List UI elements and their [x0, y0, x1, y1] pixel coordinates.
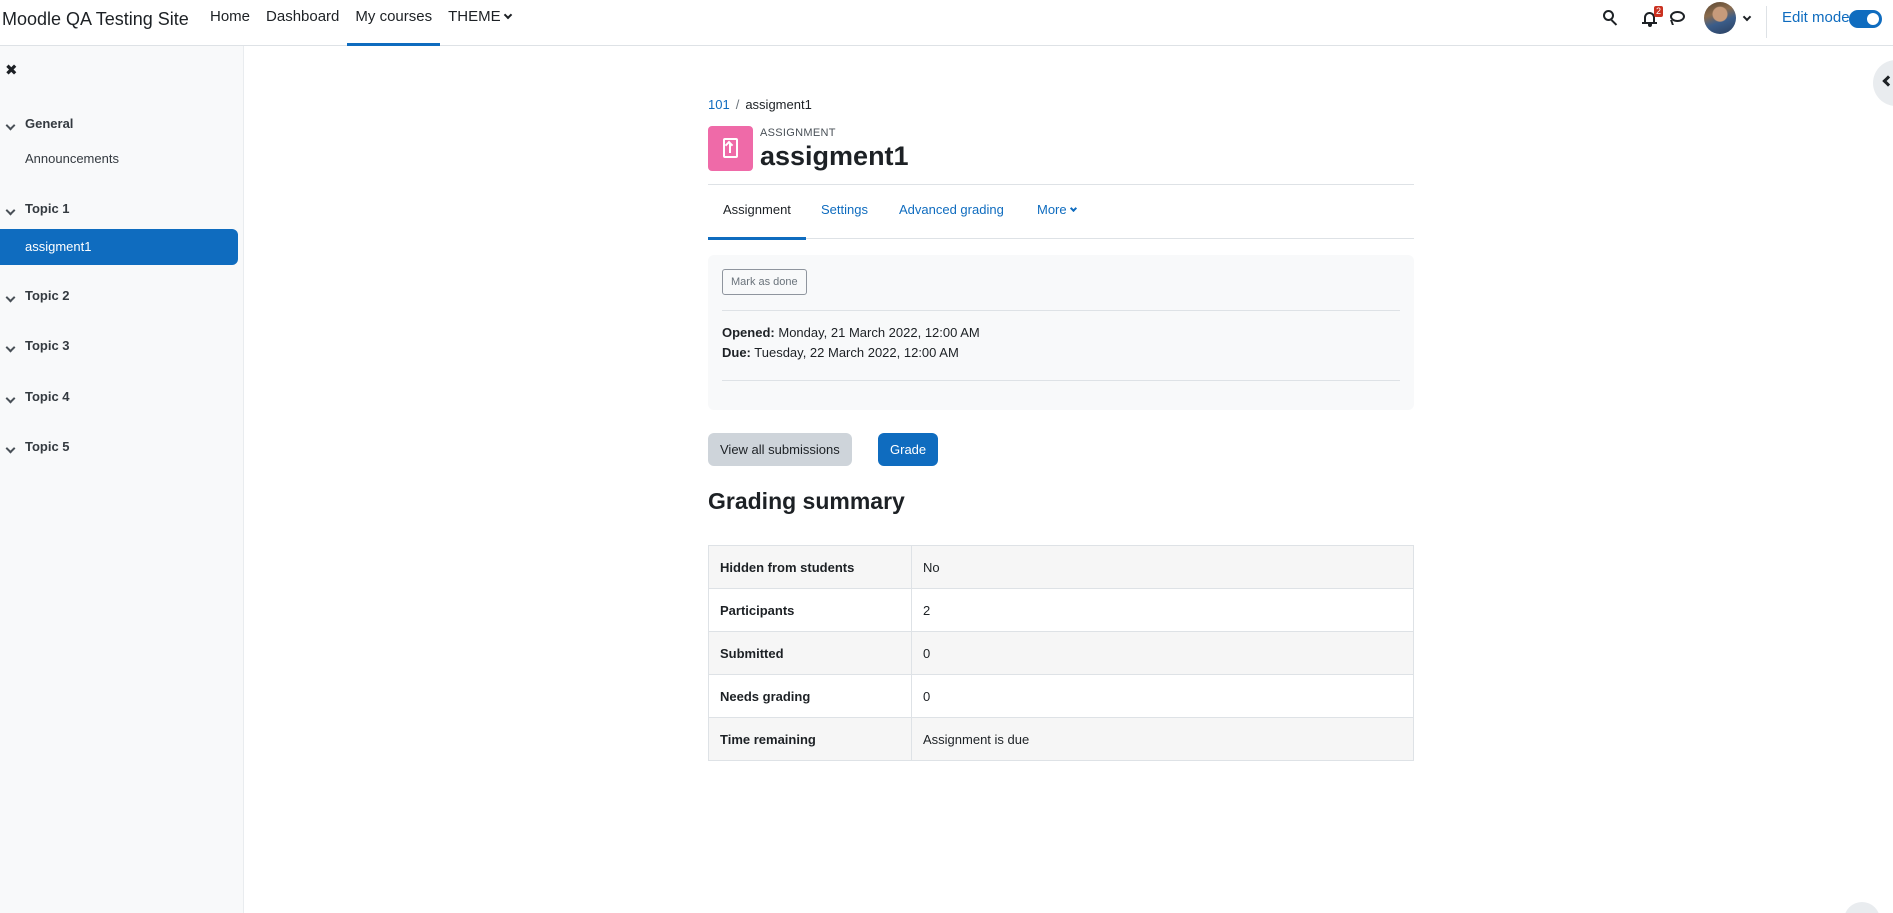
close-icon[interactable]: ✖: [5, 63, 18, 78]
nav-dashboard[interactable]: Dashboard: [258, 0, 347, 45]
row-label: Time remaining: [708, 717, 912, 761]
chevron-down-icon[interactable]: [5, 393, 16, 404]
section-title[interactable]: Topic 3: [25, 338, 70, 353]
site-name[interactable]: Moodle QA Testing Site: [2, 9, 189, 30]
notification-count-badge: 2: [1654, 6, 1664, 17]
nav-home[interactable]: Home: [202, 0, 258, 45]
opened-date: Opened: Monday, 21 March 2022, 12:00 AM: [722, 325, 980, 340]
grading-summary-heading: Grading summary: [708, 488, 905, 514]
table-row: Time remaining Assignment is due: [708, 717, 1414, 761]
grade-button[interactable]: Grade: [878, 433, 939, 466]
due-value: Tuesday, 22 March 2022, 12:00 AM: [754, 345, 959, 360]
search-icon[interactable]: [1601, 8, 1621, 28]
edit-mode-label[interactable]: Edit mode: [1782, 9, 1850, 26]
breadcrumb: 101 / assigment1: [708, 97, 812, 112]
section-title[interactable]: Topic 5: [25, 439, 70, 454]
course-index-item-announcements[interactable]: Announcements: [0, 141, 238, 177]
chevron-down-icon[interactable]: [5, 443, 16, 454]
chevron-down-icon[interactable]: [5, 342, 16, 353]
chevron-down-icon[interactable]: [1742, 12, 1752, 22]
chevron-down-icon: [1069, 204, 1077, 213]
breadcrumb-course-link[interactable]: 101: [708, 97, 730, 112]
tab-more-label: More: [1037, 202, 1067, 217]
section-title[interactable]: General: [25, 116, 73, 131]
top-navbar: Moodle QA Testing Site Home Dashboard My…: [0, 0, 1893, 46]
tab-advanced-grading[interactable]: Advanced grading: [899, 185, 1004, 239]
page-title: assigment1: [760, 141, 909, 171]
tab-more[interactable]: More: [1037, 185, 1077, 239]
row-value: 0: [911, 674, 1414, 718]
opened-value: Monday, 21 March 2022, 12:00 AM: [778, 325, 980, 340]
opened-label: Opened:: [722, 325, 775, 340]
row-label: Needs grading: [708, 674, 912, 718]
row-label: Submitted: [708, 631, 912, 675]
nav-my-courses[interactable]: My courses: [347, 0, 440, 46]
due-label: Due:: [722, 345, 751, 360]
info-divider: [722, 380, 1400, 381]
activity-information: Mark as done Opened: Monday, 21 March 20…: [708, 255, 1414, 410]
info-divider: [722, 310, 1400, 311]
primary-navigation: Home Dashboard My courses THEME: [202, 0, 519, 46]
row-value: 0: [911, 631, 1414, 675]
due-date: Due: Tuesday, 22 March 2022, 12:00 AM: [722, 345, 959, 360]
breadcrumb-current: assigment1: [745, 97, 812, 112]
section-title[interactable]: Topic 1: [25, 201, 70, 216]
row-value: No: [911, 545, 1414, 589]
section-title[interactable]: Topic 2: [25, 288, 70, 303]
nav-theme[interactable]: THEME: [440, 0, 519, 45]
assignment-upload-icon: [708, 126, 753, 171]
open-block-drawer-button[interactable]: [1873, 60, 1893, 106]
chevron-down-icon[interactable]: [5, 205, 16, 216]
grading-summary-table: Hidden from students No Participants 2 S…: [708, 545, 1414, 761]
tab-settings[interactable]: Settings: [821, 185, 868, 239]
table-row: Hidden from students No: [708, 545, 1414, 589]
table-row: Needs grading 0: [708, 674, 1414, 718]
help-button[interactable]: [1844, 902, 1880, 913]
secondary-navigation: Assignment Settings Advanced grading Mor…: [708, 185, 1414, 240]
breadcrumb-separator: /: [735, 97, 740, 112]
table-row: Submitted 0: [708, 631, 1414, 675]
toggle-knob: [1867, 13, 1879, 25]
tab-assignment[interactable]: Assignment: [708, 185, 806, 240]
section-title[interactable]: Topic 4: [25, 389, 70, 404]
chevron-down-icon[interactable]: [5, 120, 16, 131]
table-row: Participants 2: [708, 588, 1414, 632]
chat-bubble-icon[interactable]: [1669, 8, 1689, 28]
row-label: Participants: [708, 588, 912, 632]
navbar-divider: [1766, 6, 1767, 38]
edit-mode-toggle[interactable]: [1849, 10, 1882, 28]
mark-as-done-button[interactable]: Mark as done: [722, 269, 807, 295]
nav-theme-label: THEME: [448, 8, 501, 25]
row-value: Assignment is due: [911, 717, 1414, 761]
row-value: 2: [911, 588, 1414, 632]
course-index-drawer: ✖ General Announcements Topic 1 assigmen…: [0, 46, 244, 913]
view-all-submissions-button[interactable]: View all submissions: [708, 433, 852, 466]
chevron-down-icon[interactable]: [5, 292, 16, 303]
row-label: Hidden from students: [708, 545, 912, 589]
user-avatar[interactable]: [1704, 2, 1736, 34]
chevron-down-icon: [503, 10, 512, 20]
activity-type-label: ASSIGNMENT: [760, 127, 836, 139]
chevron-left-icon: [1882, 75, 1893, 87]
course-index-item-assigment1[interactable]: assigment1: [0, 229, 238, 265]
